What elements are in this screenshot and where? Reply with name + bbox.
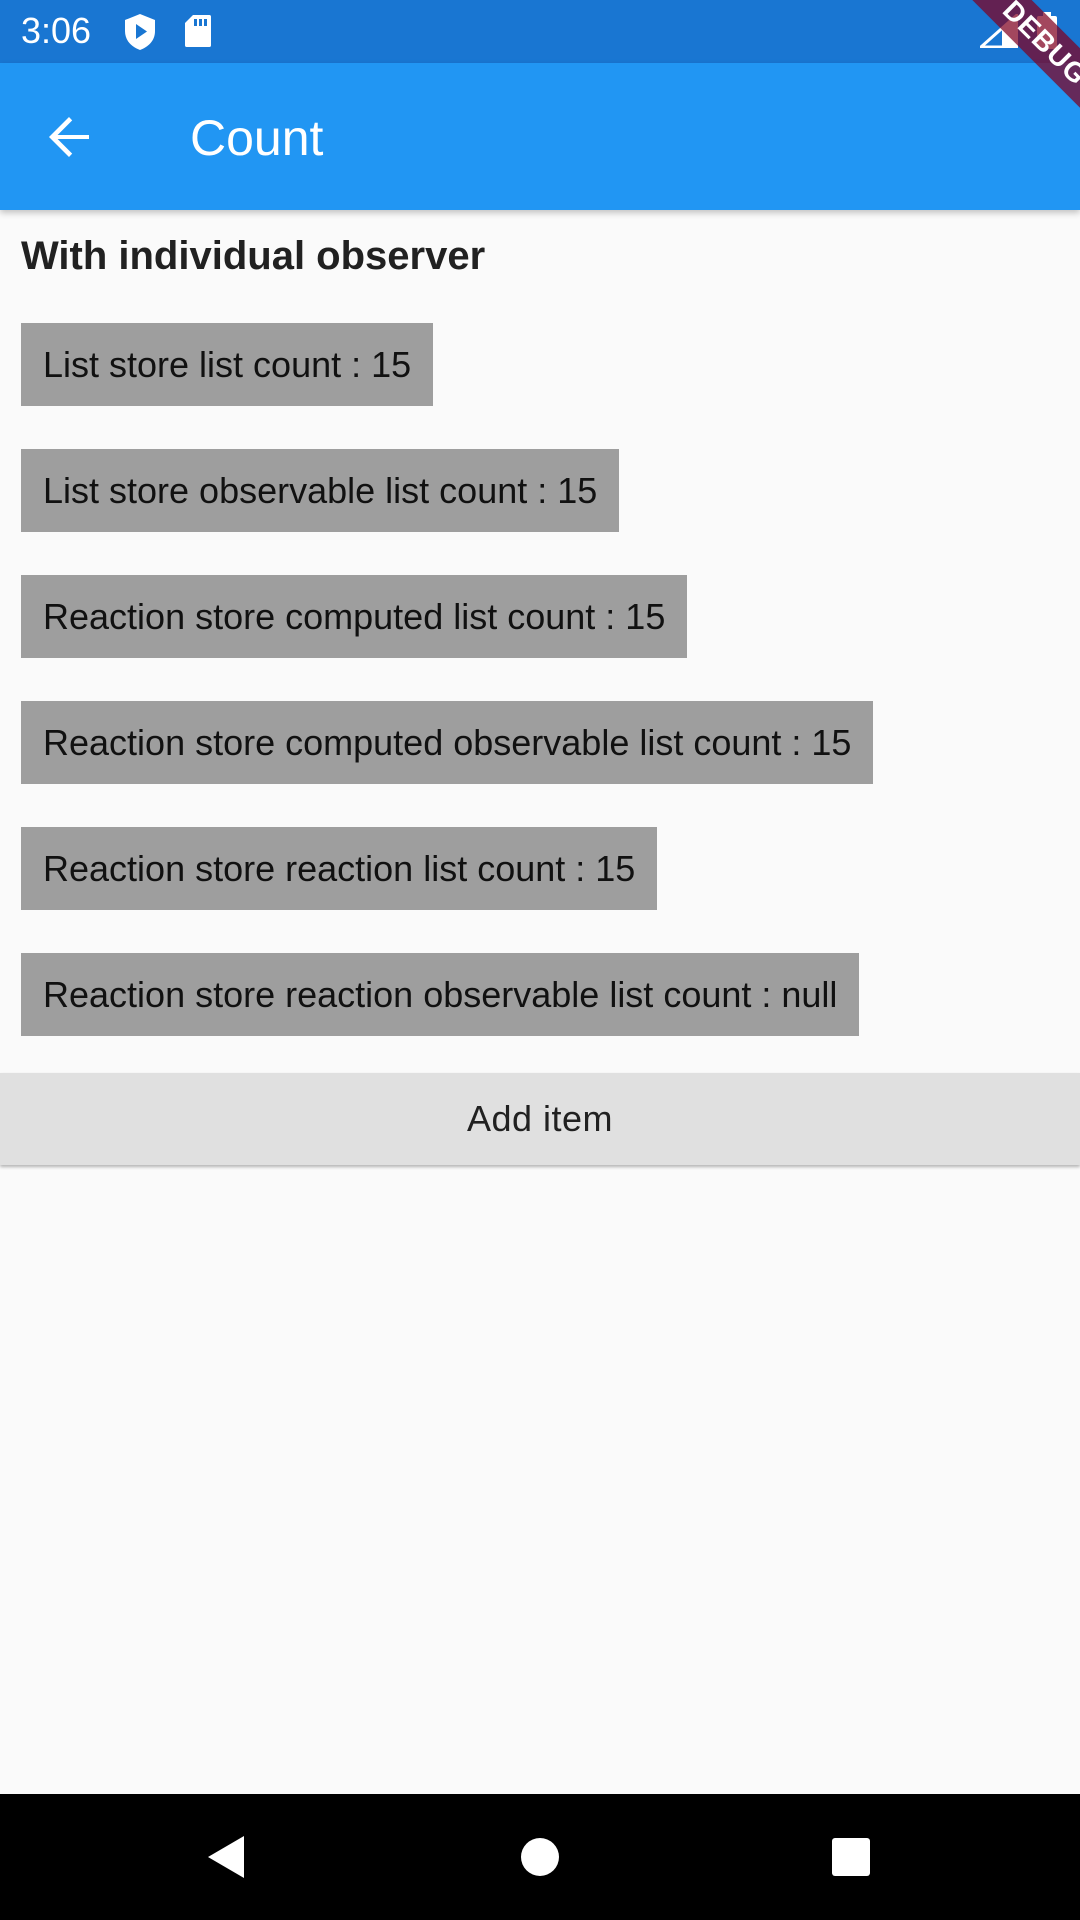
navigation-bar [0,1794,1080,1920]
nav-home-button[interactable] [503,1820,577,1894]
nav-back-button[interactable] [189,1820,263,1894]
count-item-reaction-store-computed-list: Reaction store computed list count : 15 [21,575,688,658]
status-time: 3:06 [21,10,92,51]
sd-card-icon [185,15,211,47]
nav-recents-button[interactable] [814,1820,888,1894]
count-item-list-store-list: List store list count : 15 [21,323,434,406]
count-item-reaction-store-reaction-list: Reaction store reaction list count : 15 [21,827,658,910]
add-item-button[interactable]: Add item [0,1073,1080,1165]
count-item-reaction-store-computed-observable-list: Reaction store computed observable list … [21,701,874,784]
recents-square-icon [832,1838,870,1876]
section-heading: With individual observer [21,234,486,278]
status-bar: 3:06 [0,0,1080,63]
home-circle-icon [521,1838,559,1876]
count-item-list-store-observable-list: List store observable list count : 15 [21,449,620,532]
app-bar: Count [0,63,1080,210]
battery-icon [1037,12,1057,49]
back-triangle-icon [208,1836,244,1878]
page-title: Count [190,110,324,166]
play-protect-icon [125,14,155,50]
arrow-back-icon [49,117,89,157]
count-item-reaction-store-reaction-observable-list: Reaction store reaction observable list … [21,953,860,1036]
back-button[interactable] [33,101,105,173]
signal-icon [980,14,1018,48]
